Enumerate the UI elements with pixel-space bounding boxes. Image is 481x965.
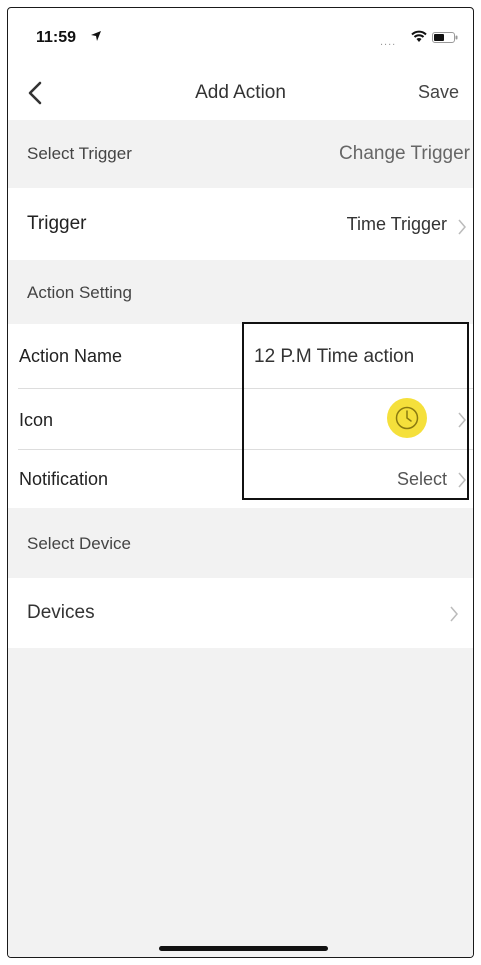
- select-device-header: Select Device: [8, 508, 473, 578]
- save-button[interactable]: Save: [418, 82, 459, 103]
- status-bar: 11:59 ....: [8, 8, 473, 68]
- select-trigger-header: Select Trigger Change Trigger: [8, 120, 473, 188]
- wifi-icon: [411, 30, 427, 42]
- navigation-bar: Add Action Save: [8, 68, 473, 120]
- chevron-right-icon: [458, 219, 466, 235]
- trigger-label: Trigger: [27, 213, 87, 234]
- icon-label: Icon: [19, 410, 54, 430]
- action-setting-header: Action Setting: [8, 260, 473, 324]
- home-indicator: [159, 946, 328, 951]
- chevron-right-icon: [450, 606, 458, 622]
- action-name-label: Action Name: [19, 346, 123, 366]
- select-trigger-label: Select Trigger: [27, 144, 132, 163]
- page-title: Add Action: [195, 82, 286, 103]
- select-device-label: Select Device: [27, 534, 131, 553]
- highlight-box: [242, 322, 469, 500]
- trigger-row[interactable]: Trigger Time Trigger: [8, 188, 473, 260]
- devices-label: Devices: [27, 602, 95, 623]
- devices-row[interactable]: Devices: [8, 578, 473, 648]
- battery-icon: [432, 32, 458, 43]
- notification-label: Notification: [19, 469, 109, 489]
- action-setting-label: Action Setting: [27, 283, 132, 302]
- empty-background: [8, 648, 473, 957]
- location-arrow-icon: [91, 31, 101, 41]
- change-trigger-button[interactable]: Change Trigger: [339, 143, 470, 165]
- status-time: 11:59: [36, 29, 77, 46]
- phone-screen: 11:59 .... Add Action Save Select Trigge…: [7, 7, 474, 958]
- trigger-value: Time Trigger: [346, 214, 447, 234]
- signal-indicator: ....: [380, 36, 397, 48]
